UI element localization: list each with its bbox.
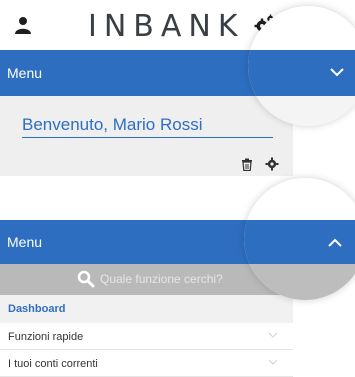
trash-icon[interactable] [241, 158, 253, 171]
nav-item-label: Dashboard [8, 303, 66, 315]
nav-item-conti-correnti[interactable]: I tuoi conti correnti [0, 350, 293, 377]
menu-label: Menu [7, 234, 43, 250]
magnifier-highlight-expanded [244, 178, 355, 300]
nav-item-label: Funzioni rapide [8, 331, 84, 343]
welcome-underline [22, 137, 273, 138]
inbank-logo: INBANK [88, 9, 245, 44]
magnifier-highlight-collapsed [248, 6, 355, 126]
user-icon[interactable] [14, 16, 32, 34]
chevron-down-icon [268, 332, 278, 338]
chevron-down-icon[interactable] [330, 68, 344, 77]
chevron-up-icon[interactable] [328, 238, 342, 247]
menu-label: Menu [7, 65, 43, 81]
gear-icon[interactable] [265, 157, 279, 171]
welcome-text: Benvenuto, Mario Rossi [22, 115, 203, 134]
search-icon[interactable] [77, 270, 95, 288]
nav-item-funzioni-rapide[interactable]: Funzioni rapide [0, 323, 293, 350]
chevron-down-icon [268, 359, 278, 365]
nav-item-label: I tuoi conti correnti [8, 358, 98, 370]
